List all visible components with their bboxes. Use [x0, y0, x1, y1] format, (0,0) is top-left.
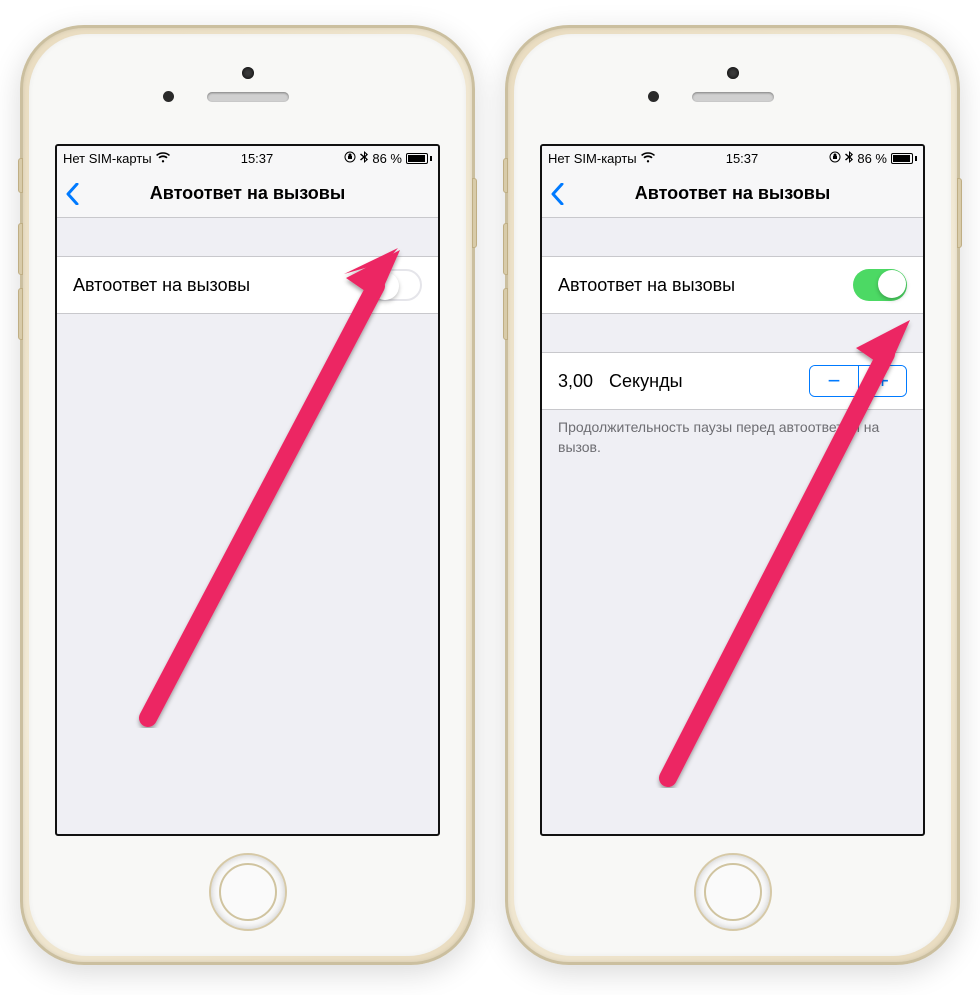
volume-up: [18, 223, 23, 275]
navbar: Автоответ на вызовы: [542, 170, 923, 218]
proximity-sensor: [163, 91, 174, 102]
earpiece-speaker: [692, 92, 774, 102]
battery-text: 86 %: [857, 151, 887, 166]
battery-icon: [406, 153, 432, 164]
mute-switch: [503, 158, 508, 193]
back-button[interactable]: [57, 183, 87, 205]
proximity-sensor: [648, 91, 659, 102]
clock: 15:37: [726, 151, 759, 166]
earpiece-speaker: [207, 92, 289, 102]
auto-answer-label: Автоответ на вызовы: [558, 275, 735, 296]
power-button: [957, 178, 962, 248]
seconds-unit: Секунды: [609, 371, 682, 392]
phone-frame-right: Нет SIM-карты 15:37 86 %: [505, 25, 960, 965]
auto-answer-toggle[interactable]: [368, 269, 422, 301]
home-button: [209, 853, 287, 931]
power-button: [472, 178, 477, 248]
wifi-icon: [156, 151, 170, 166]
carrier-text: Нет SIM-карты: [63, 151, 152, 166]
battery-text: 86 %: [372, 151, 402, 166]
seconds-value: 3,00: [558, 371, 593, 392]
navbar: Автоответ на вызовы: [57, 170, 438, 218]
screen-right: Нет SIM-карты 15:37 86 %: [540, 144, 925, 836]
page-title: Автоответ на вызовы: [57, 183, 438, 204]
carrier-text: Нет SIM-карты: [548, 151, 637, 166]
volume-down: [503, 288, 508, 340]
seconds-stepper[interactable]: − +: [809, 365, 907, 397]
clock: 15:37: [241, 151, 274, 166]
orientation-lock-icon: [344, 151, 356, 166]
screen-left: Нет SIM-карты 15:37 86 %: [55, 144, 440, 836]
auto-answer-label: Автоответ на вызовы: [73, 275, 250, 296]
auto-answer-row[interactable]: Автоответ на вызовы: [542, 256, 923, 314]
page-title: Автоответ на вызовы: [542, 183, 923, 204]
orientation-lock-icon: [829, 151, 841, 166]
battery-icon: [891, 153, 917, 164]
stepper-plus-button[interactable]: +: [858, 366, 906, 396]
stepper-minus-button[interactable]: −: [810, 366, 858, 396]
status-bar: Нет SIM-карты 15:37 86 %: [57, 146, 438, 170]
bluetooth-icon: [360, 151, 368, 166]
volume-down: [18, 288, 23, 340]
phone-frame-left: Нет SIM-карты 15:37 86 %: [20, 25, 475, 965]
back-button[interactable]: [542, 183, 572, 205]
front-camera: [242, 67, 254, 79]
footer-description: Продолжительность паузы перед автоответо…: [542, 410, 923, 465]
bluetooth-icon: [845, 151, 853, 166]
status-bar: Нет SIM-карты 15:37 86 %: [542, 146, 923, 170]
front-camera: [727, 67, 739, 79]
volume-up: [503, 223, 508, 275]
wifi-icon: [641, 151, 655, 166]
home-button: [694, 853, 772, 931]
mute-switch: [18, 158, 23, 193]
auto-answer-row[interactable]: Автоответ на вызовы: [57, 256, 438, 314]
auto-answer-toggle[interactable]: [853, 269, 907, 301]
seconds-row: 3,00 Секунды − +: [542, 352, 923, 410]
